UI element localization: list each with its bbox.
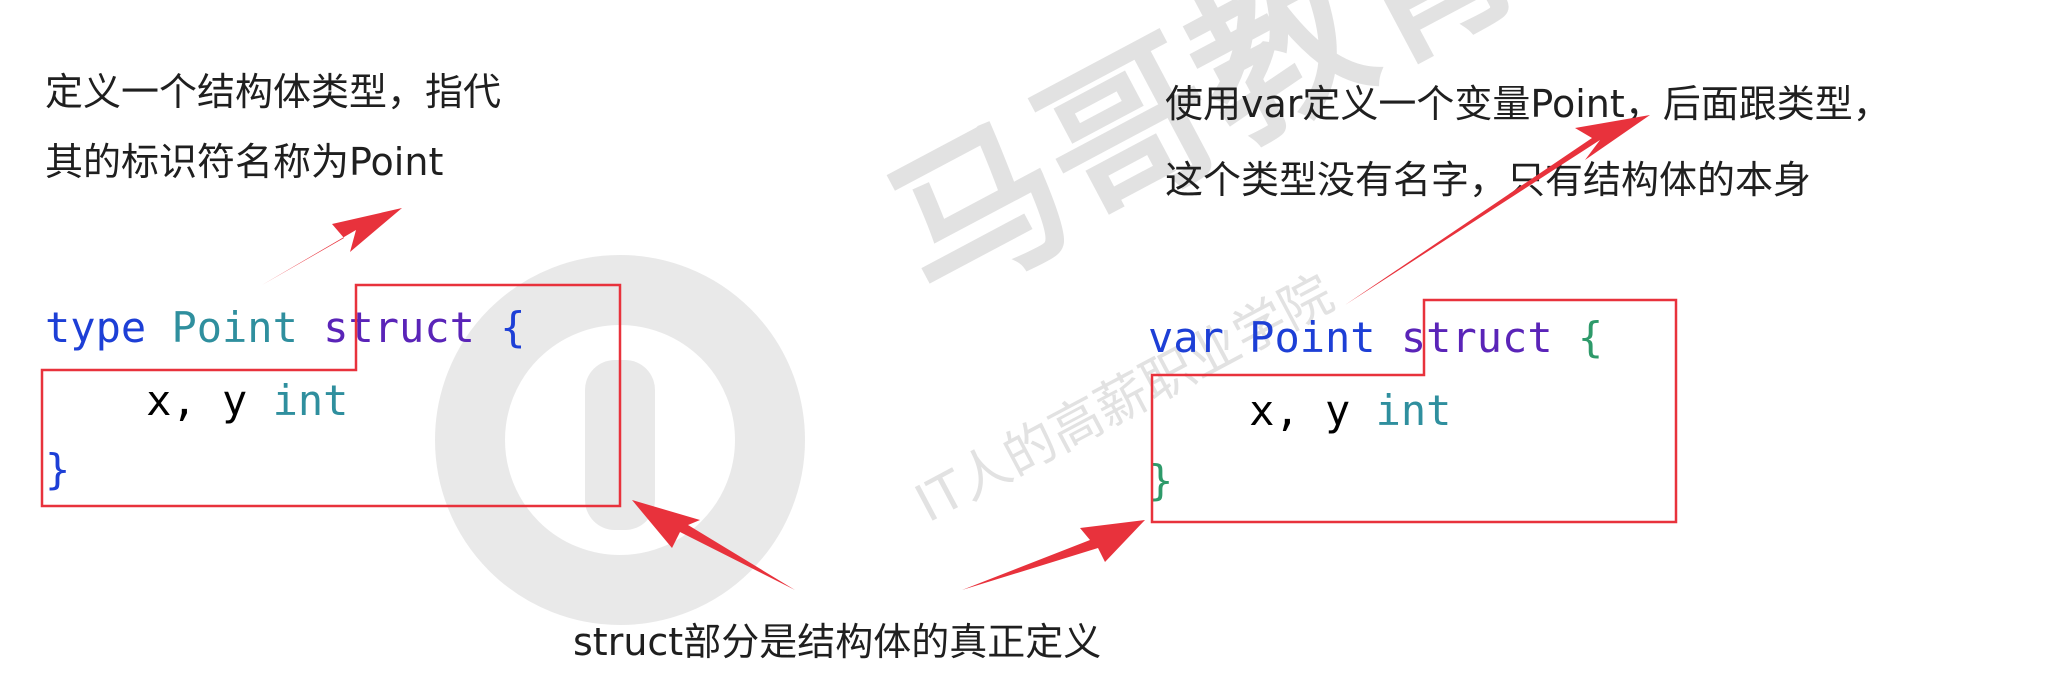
left-struct-box xyxy=(40,283,622,508)
arrow-bottom-left xyxy=(632,500,795,590)
arrow-left-up xyxy=(262,208,402,285)
arrow-right-up xyxy=(1345,115,1650,305)
annotation-overlay xyxy=(40,115,1678,590)
right-struct-box xyxy=(1150,298,1678,524)
arrow-bottom-right xyxy=(962,520,1145,590)
diagram-canvas: 马哥教育 IT人的高薪职业学院 定义一个结构体类型，指代 其的标识符名称为Poi… xyxy=(0,0,2050,680)
